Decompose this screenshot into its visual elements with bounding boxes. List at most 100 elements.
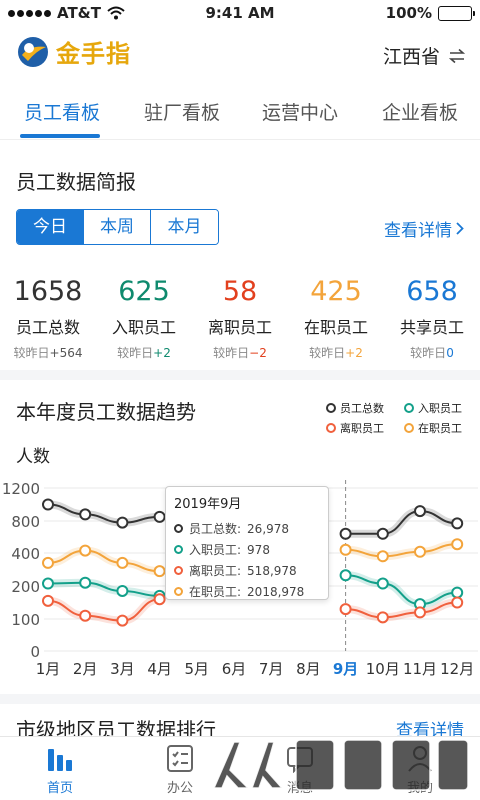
stat-value: 625 — [118, 276, 170, 307]
tooltip-row: 离职员工: 518,978 — [174, 560, 320, 581]
nav-home[interactable]: 首页 — [12, 743, 108, 796]
stat-value: 1658 — [13, 276, 83, 307]
nav-label: 办公 — [166, 781, 193, 796]
period-week-button[interactable]: 本周 — [84, 210, 151, 244]
data-point — [79, 508, 92, 521]
legend-item[interactable]: 入职员工 — [404, 400, 462, 416]
tooltip-marker — [174, 566, 183, 575]
active-tab-indicator — [20, 134, 100, 138]
period-today-button[interactable]: 今日 — [17, 210, 84, 244]
period-month-button[interactable]: 本月 — [151, 210, 218, 244]
stat-delta-value: 0 — [446, 346, 454, 360]
x-tick-label: 11月 — [403, 660, 437, 678]
y-axis-unit: 人数 — [16, 447, 50, 467]
tooltip-marker — [174, 545, 183, 554]
y-tick-label: 1200 — [2, 480, 40, 498]
tooltip-label: 员工总数: — [189, 522, 242, 536]
tooltip-value: 2018,978 — [247, 584, 305, 599]
watermark-logo — [212, 739, 469, 791]
brief-detail-label: 查看详情 — [384, 221, 452, 241]
nav-label: 首页 — [46, 781, 73, 796]
x-tick-label: 5月 — [185, 660, 210, 678]
legend-label: 入职员工 — [418, 402, 462, 415]
y-tick-label: 0 — [30, 643, 40, 661]
x-tick-label: 9月 — [333, 660, 358, 678]
data-point — [116, 556, 129, 569]
tab-factory-board[interactable]: 驻厂看板 — [140, 98, 224, 125]
stat-label: 离职员工 — [207, 318, 272, 337]
stat-label: 员工总数 — [15, 318, 80, 337]
y-tick-label: 400 — [11, 545, 40, 563]
stat-delta-value: −2 — [249, 346, 267, 360]
stats-row: 1658 员工总数 较昨日+564 625 入职员工 较昨日+2 58 离职员工… — [0, 276, 480, 360]
checklist-icon — [167, 745, 193, 772]
data-point — [451, 586, 464, 599]
data-point — [153, 510, 166, 523]
tooltip-marker — [174, 524, 183, 533]
legend-item[interactable]: 离职员工 — [326, 420, 384, 436]
stat-delta-prefix: 较昨日 — [410, 346, 447, 360]
tooltip-marker — [174, 587, 183, 596]
x-tick-label: 3月 — [110, 660, 135, 678]
stat-departed: 58 离职员工 较昨日−2 — [192, 276, 288, 361]
data-point — [116, 584, 129, 597]
stat-employed: 425 在职员工 较昨日+2 — [288, 276, 384, 361]
trend-title: 本年度员工数据趋势 — [16, 400, 196, 424]
x-tick-label: 4月 — [147, 660, 172, 678]
stat-delta-prefix: 较昨日 — [309, 346, 346, 360]
logo-mark-icon — [18, 36, 48, 67]
legend-marker — [326, 423, 336, 433]
legend-marker — [404, 423, 414, 433]
tab-operations-center[interactable]: 运营中心 — [258, 98, 342, 125]
battery-icon — [438, 5, 475, 21]
tab-employee-board[interactable]: 员工看板 — [20, 98, 104, 125]
region-selector[interactable]: 江西省 — [383, 42, 466, 69]
stat-delta-prefix: 较昨日 — [213, 346, 250, 360]
period-segment: 今日 本周 本月 — [16, 209, 219, 245]
data-point — [339, 543, 352, 556]
data-point — [79, 609, 92, 622]
dashboard-tabs: 员工看板 驻厂看板 运营中心 企业看板 — [0, 84, 480, 140]
stat-label: 共享员工 — [399, 318, 464, 337]
section-divider — [0, 370, 480, 380]
legend-item[interactable]: 员工总数 — [326, 400, 384, 416]
data-point — [42, 498, 54, 511]
legend-item[interactable]: 在职员工 — [404, 420, 462, 436]
stat-label: 入职员工 — [111, 318, 176, 337]
data-point — [116, 516, 129, 529]
tooltip-value: 978 — [247, 542, 270, 557]
data-point — [414, 545, 426, 558]
data-point — [376, 527, 389, 540]
data-point — [153, 565, 166, 578]
brief-detail-link[interactable]: 查看详情 — [384, 216, 464, 241]
chart-legend: 员工总数 入职员工 离职员工 在职员工 — [322, 396, 472, 440]
stat-delta-value: +2 — [345, 346, 363, 360]
y-tick-label: 200 — [11, 578, 40, 596]
x-tick-label: 6月 — [222, 660, 247, 678]
data-point — [116, 614, 129, 627]
stat-delta-prefix: 较昨日 — [13, 346, 50, 360]
legend-label: 离职员工 — [340, 422, 384, 435]
stat-total: 1658 员工总数 较昨日+564 — [0, 276, 96, 361]
stat-delta-value: +564 — [49, 346, 83, 360]
chevron-right-icon — [456, 222, 464, 235]
x-tick-label: 7月 — [259, 660, 284, 678]
stat-delta: 较昨日−2 — [192, 344, 288, 361]
swap-icon — [448, 48, 466, 63]
stat-value: 58 — [222, 276, 258, 307]
region-label: 江西省 — [382, 46, 440, 68]
data-point — [451, 596, 464, 609]
tooltip-label: 在职员工: — [189, 585, 242, 599]
tooltip-value: 26,978 — [247, 521, 290, 536]
stat-delta-prefix: 较昨日 — [117, 346, 154, 360]
status-right: 100% — [385, 4, 475, 22]
x-tick-label: 10月 — [366, 660, 400, 678]
section-divider — [0, 694, 480, 704]
chart-tooltip: 2019年9月 员工总数: 26,978 入职员工: 978 离职员工: 518… — [165, 486, 329, 600]
battery-percent: 100% — [385, 4, 432, 22]
logo-text: 金手指 — [56, 39, 131, 68]
data-point — [42, 594, 54, 607]
tab-enterprise-board[interactable]: 企业看板 — [378, 98, 462, 125]
stat-delta: 较昨日+564 — [0, 344, 96, 361]
legend-label: 员工总数 — [340, 402, 384, 415]
